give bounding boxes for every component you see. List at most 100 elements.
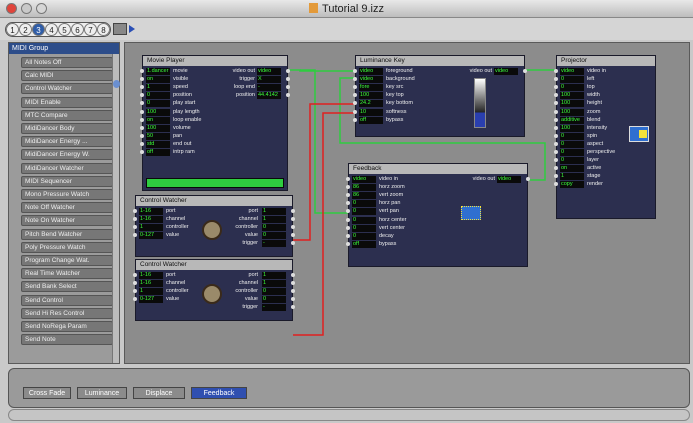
input-port[interactable] [353,93,357,98]
input-port[interactable] [133,217,137,222]
input-value[interactable]: 1 [146,84,170,92]
input-value[interactable]: 1-16 [139,272,163,279]
input-port[interactable] [554,141,558,146]
input-port[interactable] [133,273,137,277]
input-value[interactable]: 0 [560,149,584,156]
actor-luminance-key[interactable]: Luminance Key video foreground video backgro… [353,55,527,137]
scene-tab-3[interactable]: 3 [32,23,45,36]
input-port[interactable] [554,182,558,187]
input-port[interactable] [353,117,357,122]
library-item[interactable]: Note On Watcher [21,215,113,227]
scene-button-feedback[interactable]: Feedback [191,387,247,399]
library-item[interactable]: Calc MIDI [21,70,113,82]
input-value[interactable]: 50 [146,132,170,140]
input-port[interactable] [554,93,558,98]
input-value[interactable]: 100 [560,100,584,108]
input-port[interactable] [346,193,350,198]
input-port[interactable] [133,233,137,238]
input-port[interactable] [140,150,144,154]
input-value[interactable]: 10 [359,108,383,116]
input-value[interactable]: video [359,68,383,75]
library-item[interactable]: Send Bank Select [21,281,113,293]
output-port[interactable] [523,69,527,73]
library-item[interactable]: All Notes Off [21,57,113,68]
input-value[interactable]: 1-16 [139,280,163,288]
input-port[interactable] [554,158,558,163]
actor-movie-player[interactable]: Movie Player 1.dancer movie on visible 1 speed… [140,55,290,191]
input-port[interactable] [140,77,144,82]
input-port[interactable] [133,209,137,213]
library-item[interactable]: MidiDancer Energy W. [21,149,113,161]
input-value[interactable]: off [352,240,376,248]
input-port[interactable] [346,177,350,181]
input-port[interactable] [554,101,558,106]
link-movie-to-lumakey[interactable] [286,69,357,72]
input-value[interactable]: off [146,149,170,156]
input-port[interactable] [346,233,350,238]
input-port[interactable] [554,69,558,73]
input-port[interactable] [140,85,144,90]
input-port[interactable] [554,85,558,90]
input-port[interactable] [353,85,357,90]
library-item[interactable]: Send Control [21,294,113,306]
scroll-thumb[interactable] [113,80,120,88]
input-value[interactable]: 0-127 [139,232,163,240]
input-port[interactable] [554,150,558,154]
input-value[interactable]: 100 [560,124,584,132]
input-value[interactable]: 0 [352,224,376,232]
input-value[interactable]: additive [560,116,584,124]
input-value[interactable]: 100 [560,108,584,116]
input-port[interactable] [140,93,144,98]
input-value[interactable]: fore [359,84,383,92]
input-value[interactable]: off [359,116,383,124]
input-port[interactable] [133,281,137,286]
input-value[interactable]: copy [560,181,584,189]
scene-tab-4[interactable]: 4 [45,23,58,36]
scene-tab-7[interactable]: 7 [84,23,97,36]
link-movie-to-feedback[interactable] [300,69,350,214]
output-port[interactable] [526,177,530,181]
input-port[interactable] [554,117,558,122]
input-port[interactable] [554,166,558,171]
scene-tab-6[interactable]: 6 [71,23,84,36]
output-port[interactable] [291,273,295,277]
play-arrow-icon[interactable] [129,25,135,33]
input-port[interactable] [554,174,558,179]
library-item[interactable]: MTC Compare [21,109,113,121]
input-port[interactable] [346,241,350,246]
input-port[interactable] [140,125,144,130]
input-value[interactable]: on [560,165,584,173]
input-value[interactable]: video [359,76,383,84]
actor-feedback[interactable]: Feedback video video in 86 horz zoom 86 vert z… [346,163,530,267]
input-value[interactable]: 100 [146,124,170,132]
input-port[interactable] [353,69,357,73]
input-value[interactable]: video [352,176,376,183]
input-port[interactable] [140,101,144,106]
input-value[interactable]: 0 [560,140,584,148]
actor-projector[interactable]: Projector video video in 0 left 0 top 100 width 1… [554,55,656,219]
input-port[interactable] [133,289,137,294]
input-port[interactable] [346,201,350,206]
input-port[interactable] [554,109,558,114]
input-value[interactable]: 0 [352,208,376,216]
input-port[interactable] [346,209,350,214]
input-value[interactable]: 24.2 [359,100,383,108]
input-port[interactable] [353,101,357,106]
input-value[interactable]: 1 [139,288,163,296]
scene-tab-8[interactable]: 8 [97,23,110,36]
input-value[interactable]: 0 [352,232,376,240]
scene-button-displace[interactable]: Displace [133,387,185,399]
input-port[interactable] [353,109,357,114]
library-item[interactable]: Program Change Wat. [21,255,113,266]
input-port[interactable] [140,141,144,146]
library-item[interactable]: Mono Pressure Watch [21,189,113,200]
input-value[interactable]: 0-127 [139,296,163,304]
input-value[interactable]: 100 [560,92,584,100]
input-port[interactable] [133,225,137,230]
library-item[interactable]: MidiDancer Watcher [21,162,113,174]
input-value[interactable]: 100 [359,92,383,100]
library-item[interactable]: MidiDancer Body [21,123,113,134]
input-value[interactable]: 0 [352,200,376,208]
scene-button-cross-fade[interactable]: Cross Fade [23,387,71,399]
input-value[interactable]: 1.dancer [146,68,170,75]
